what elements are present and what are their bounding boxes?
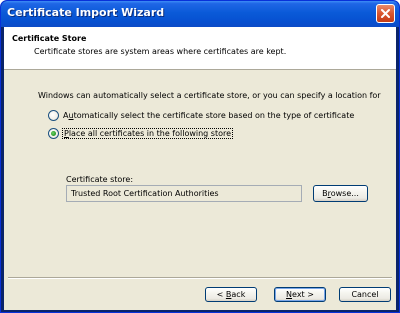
- radio-auto-select[interactable]: Automatically select the certificate sto…: [48, 109, 354, 122]
- auto-select-label-text: Automatically select the certificate sto…: [63, 111, 355, 120]
- back-button[interactable]: < Back: [205, 287, 257, 302]
- next-button[interactable]: Next >: [274, 287, 326, 302]
- cancel-button-label: Cancel: [351, 290, 379, 299]
- header-panel: Certificate Store Certificate stores are…: [4, 27, 396, 70]
- browse-button-label: Browse...: [322, 189, 359, 198]
- title-bar[interactable]: Certificate Import Wizard: [1, 1, 399, 27]
- wizard-window: Certificate Import Wizard Certificate St…: [0, 0, 400, 313]
- browse-button[interactable]: Browse...: [313, 185, 368, 202]
- wizard-body: Certificate Store Certificate stores are…: [4, 27, 396, 310]
- intro-text: Windows can automatically select a certi…: [38, 91, 381, 100]
- radio-place-all[interactable]: Place all certificates in the following …: [48, 127, 234, 140]
- radio-place-all-circle[interactable]: [48, 128, 59, 139]
- window-title: Certificate Import Wizard: [7, 6, 165, 19]
- next-button-label: Next >: [286, 290, 314, 299]
- close-button[interactable]: [376, 4, 395, 23]
- radio-place-all-label[interactable]: Place all certificates in the following …: [61, 128, 234, 139]
- store-label: Certificate store:: [66, 175, 134, 184]
- cancel-button[interactable]: Cancel: [339, 287, 391, 302]
- back-button-label: < Back: [216, 290, 246, 299]
- page-title: Certificate Store: [12, 34, 87, 43]
- page-subtitle: Certificate stores are system areas wher…: [34, 47, 287, 56]
- footer-separator: [8, 277, 392, 279]
- place-all-label-text: Place all certificates in the following …: [64, 129, 232, 138]
- radio-auto-select-circle[interactable]: [48, 110, 59, 121]
- certificate-store-field: Trusted Root Certification Authorities: [66, 185, 302, 202]
- close-icon: [380, 8, 391, 19]
- radio-auto-select-label[interactable]: Automatically select the certificate sto…: [63, 111, 354, 120]
